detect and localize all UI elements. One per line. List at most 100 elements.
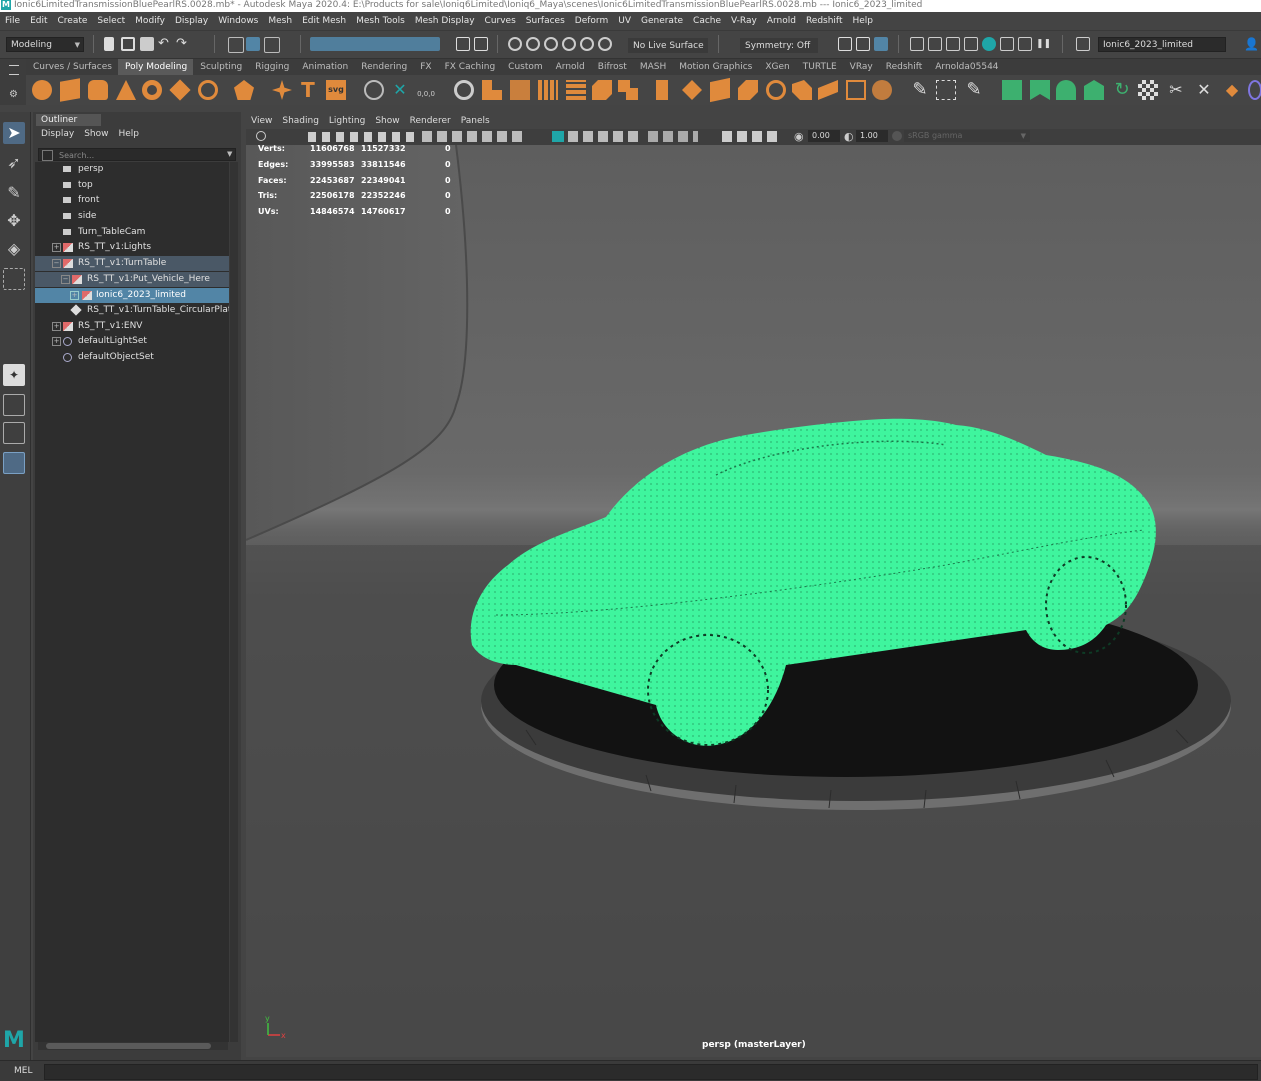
shelf-tab-fx[interactable]: FX <box>413 59 437 75</box>
connect-icon[interactable] <box>738 80 758 100</box>
collapse-minus-icon[interactable]: − <box>61 275 70 284</box>
viewport-3d[interactable]: y x Verts: 11606768 11527332 0 Edges: 339955… <box>246 145 1261 1057</box>
viewport-menu-panels[interactable]: Panels <box>456 113 495 129</box>
hypershade-icon[interactable] <box>946 37 960 51</box>
menu-edit-mesh[interactable]: Edit Mesh <box>297 12 351 30</box>
menu-uv[interactable]: UV <box>613 12 636 30</box>
menu-mesh-tools[interactable]: Mesh Tools <box>351 12 410 30</box>
cylindrical-map-icon[interactable] <box>1056 80 1076 100</box>
menu-help[interactable]: Help <box>847 12 878 30</box>
smooth-icon[interactable] <box>510 80 530 100</box>
shelf-tab-fx-caching[interactable]: FX Caching <box>438 59 502 75</box>
move-uv-shell-icon[interactable]: ◆ <box>1222 80 1242 100</box>
slide-edge-icon[interactable] <box>792 80 812 100</box>
lock-selection-icon[interactable] <box>456 37 470 51</box>
menu-select[interactable]: Select <box>92 12 130 30</box>
shelf-tab-curves-surfaces[interactable]: Curves / Surfaces <box>26 59 118 75</box>
highlight-selection-icon[interactable] <box>474 37 488 51</box>
render-current-frame-icon[interactable] <box>856 37 870 51</box>
circularize-icon[interactable] <box>872 80 892 100</box>
outliner-menu-help[interactable]: Help <box>113 127 144 141</box>
shelf-tab-arnold[interactable]: Arnold <box>549 59 591 75</box>
ipr-render-icon[interactable] <box>874 37 888 51</box>
scale-tool-icon[interactable] <box>3 268 25 290</box>
save-scene-icon[interactable] <box>140 37 154 51</box>
menu-curves[interactable]: Curves <box>480 12 521 30</box>
tree-item-ionic6-2023-limited[interactable]: + Ionic6_2023_limited <box>35 288 229 303</box>
script-language-label[interactable]: MEL <box>14 1064 32 1078</box>
combine-icon[interactable] <box>454 80 474 100</box>
render-settings-icon[interactable] <box>928 37 942 51</box>
expand-plus-icon[interactable]: + <box>52 337 61 346</box>
shelf-tab-bifrost[interactable]: Bifrost <box>591 59 633 75</box>
shelf-overflow-icon[interactable] <box>1248 80 1261 100</box>
shelf-tab-rigging[interactable]: Rigging <box>248 59 295 75</box>
platonic-solid-icon[interactable] <box>234 80 254 100</box>
poly-torus-icon[interactable] <box>142 80 162 100</box>
menu-surfaces[interactable]: Surfaces <box>521 12 570 30</box>
viewport-menu-view[interactable]: View <box>246 113 277 129</box>
expand-plus-icon[interactable]: + <box>52 243 61 252</box>
chevron-down-icon[interactable]: ▼ <box>227 150 232 158</box>
snap-to-surface-icon[interactable] <box>580 37 594 51</box>
pause-ipr-icon[interactable]: ❚❚ <box>1036 37 1051 51</box>
paint-select-tool-icon[interactable]: ✎ <box>3 182 25 204</box>
light-editor-icon[interactable] <box>982 37 996 51</box>
lasso-tool-icon[interactable]: ➶ <box>3 152 25 174</box>
multi-cut-icon[interactable] <box>682 80 702 100</box>
viewport-menu-show[interactable]: Show <box>370 113 404 129</box>
user-account-icon[interactable]: 👤 <box>1244 37 1259 51</box>
text-tool-icon[interactable]: T <box>298 80 318 100</box>
construction-history-icon[interactable] <box>838 37 852 51</box>
expand-plus-icon[interactable]: + <box>52 322 61 331</box>
redo-icon[interactable]: ↷ <box>176 37 190 51</box>
sculpt-brush-icon[interactable]: ✎ <box>964 80 984 100</box>
view-transform-dropdown[interactable]: sRGB gamma ▼ <box>904 130 1030 142</box>
snap-to-grid-icon[interactable] <box>508 37 522 51</box>
object-name-field[interactable]: Ionic6_2023_limited <box>1098 37 1226 52</box>
menu-vray[interactable]: V-Ray <box>726 12 762 30</box>
checker-map-icon[interactable] <box>1138 80 1158 100</box>
bridge-icon[interactable] <box>592 80 612 100</box>
lattice-icon[interactable] <box>936 80 956 100</box>
snap-to-point-icon[interactable] <box>544 37 558 51</box>
outliner-tab[interactable]: Outliner <box>36 114 101 126</box>
tree-item-default-light-set[interactable]: + defaultLightSet <box>35 334 229 349</box>
shelf-tab-xgen[interactable]: XGen <box>758 59 795 75</box>
tree-item-circular-platform[interactable]: RS_TT_v1:TurnTable_CircularPlatform <box>35 303 229 318</box>
open-scene-icon[interactable] <box>121 37 135 51</box>
outliner-layout-icon[interactable] <box>3 452 25 474</box>
menu-edit[interactable]: Edit <box>25 12 52 30</box>
rs-ipr-icon[interactable] <box>1018 37 1032 51</box>
tree-item-default-object-set[interactable]: defaultObjectSet <box>35 350 229 365</box>
tree-item-side[interactable]: side <box>35 209 229 224</box>
snap-to-view-plane-icon[interactable] <box>562 37 576 51</box>
persp-outliner-layout-icon[interactable] <box>3 422 25 444</box>
camera-attributes-icon[interactable] <box>256 131 266 141</box>
gamma-field[interactable]: 1.00 <box>856 130 888 142</box>
outliner-horizontal-scrollbar[interactable] <box>38 1042 228 1050</box>
separate-icon[interactable] <box>482 80 502 100</box>
exposure-field[interactable]: 0.00 <box>808 130 840 142</box>
camera-tools-icons[interactable] <box>308 132 418 142</box>
insert-edge-loop-icon[interactable] <box>656 80 668 100</box>
move-tool-icon[interactable]: ✥ <box>3 210 25 232</box>
rs-render-view-icon[interactable] <box>1000 37 1014 51</box>
automatic-map-icon[interactable] <box>1084 80 1104 100</box>
tree-item-rs-tt-lights[interactable]: + RS_TT_v1:Lights <box>35 240 229 255</box>
tree-item-rs-tt-turntable[interactable]: − RS_TT_v1:TurnTable <box>35 256 229 271</box>
unfold-icon[interactable]: ↻ <box>1112 80 1132 100</box>
shelf-tab-redshift[interactable]: Redshift <box>879 59 929 75</box>
menu-redshift[interactable]: Redshift <box>801 12 848 30</box>
menu-file[interactable]: File <box>0 12 25 30</box>
render-setup-icon[interactable] <box>964 37 978 51</box>
menu-cache[interactable]: Cache <box>688 12 726 30</box>
transform-constraint-icon[interactable]: 0,0,0 <box>416 80 436 100</box>
outliner-vertical-scrollbar[interactable] <box>230 162 238 1042</box>
sweep-mesh-icon[interactable] <box>364 80 384 100</box>
shelf-tab-mash[interactable]: MASH <box>633 59 672 75</box>
snap-to-curve-icon[interactable] <box>526 37 540 51</box>
menu-windows[interactable]: Windows <box>213 12 263 30</box>
shaded-mode-icon[interactable] <box>552 131 564 142</box>
rotate-tool-icon[interactable]: ◈ <box>3 238 25 260</box>
